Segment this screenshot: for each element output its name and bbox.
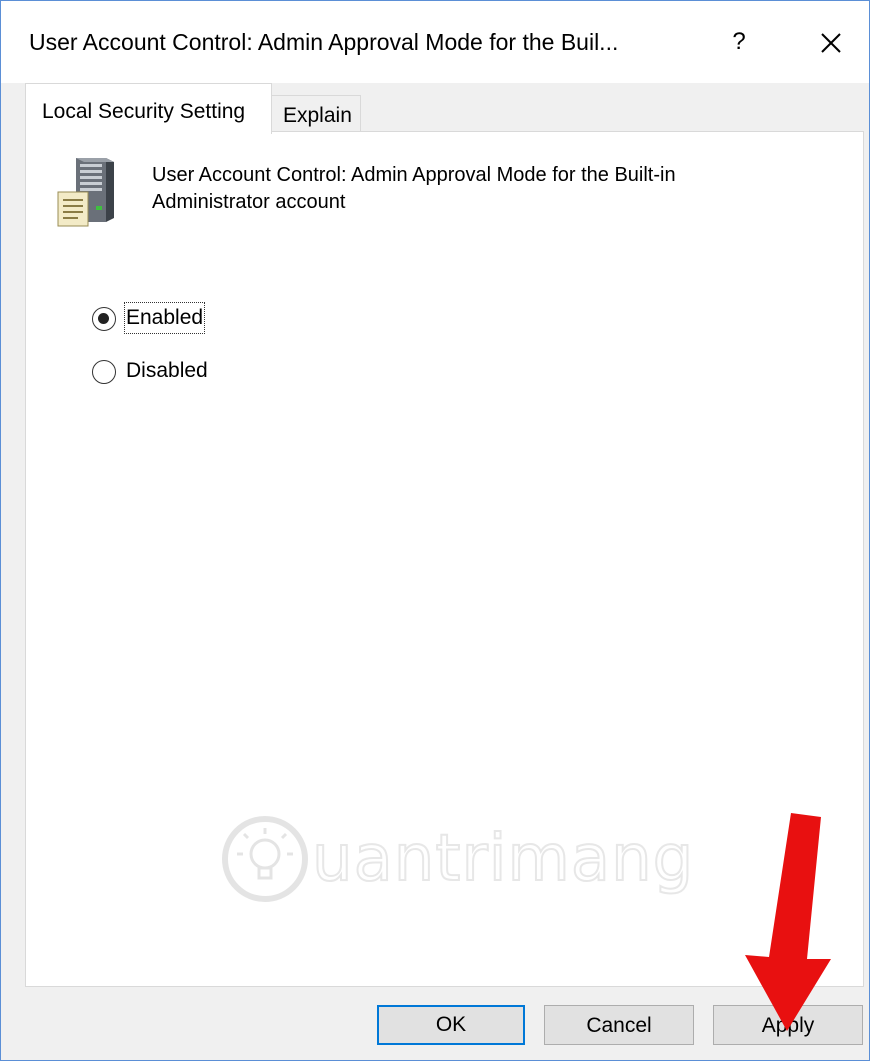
- watermark-text: uantrimang: [311, 821, 695, 897]
- close-icon: [821, 33, 841, 53]
- watermark: uantrimang: [220, 804, 740, 914]
- disabled-radio[interactable]: [92, 360, 116, 384]
- apply-button[interactable]: Apply: [713, 1005, 863, 1045]
- close-button[interactable]: [805, 17, 855, 67]
- enabled-radio[interactable]: [92, 307, 116, 331]
- help-button[interactable]: ?: [719, 17, 759, 67]
- title-bar[interactable]: User Account Control: Admin Approval Mod…: [1, 1, 869, 83]
- server-document-icon: [57, 158, 114, 227]
- tab-local-security-setting[interactable]: Local Security Setting: [25, 83, 272, 134]
- window-title: User Account Control: Admin Approval Mod…: [29, 29, 619, 55]
- cancel-button[interactable]: Cancel: [544, 1005, 694, 1045]
- ok-button[interactable]: OK: [377, 1005, 525, 1045]
- tab-explain[interactable]: Explain: [271, 95, 361, 132]
- enabled-label[interactable]: Enabled: [123, 302, 206, 334]
- tab-label: Explain: [283, 104, 352, 127]
- tab-label: Local Security Setting: [42, 100, 246, 123]
- settings-panel: User Account Control: Admin Approval Mod…: [25, 131, 864, 987]
- lightbulb-logo-icon: [222, 816, 308, 902]
- disabled-label[interactable]: Disabled: [126, 357, 208, 385]
- policy-name: User Account Control: Admin Approval Mod…: [152, 164, 676, 213]
- dialog-window: User Account Control: Admin Approval Mod…: [0, 0, 870, 1061]
